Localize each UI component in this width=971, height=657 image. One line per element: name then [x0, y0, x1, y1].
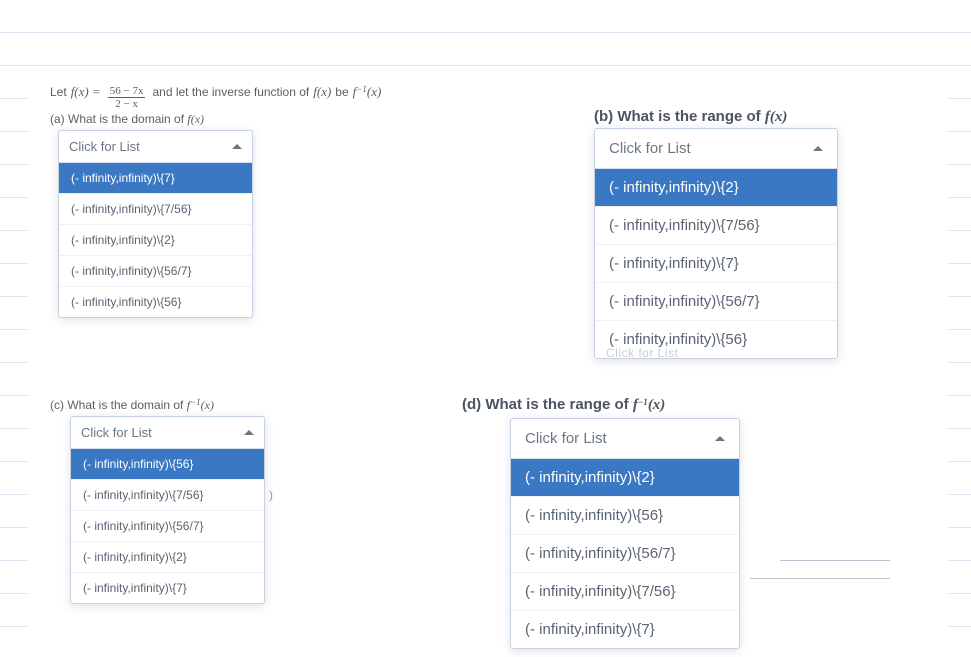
dropdown-option[interactable]: (- infinity,infinity)\{2}	[59, 224, 252, 255]
dropdown-option[interactable]: (- infinity,infinity)\{2}	[511, 459, 739, 496]
qa-fx: f(x)	[187, 112, 204, 126]
dropdown-a-placeholder: Click for List	[69, 139, 140, 154]
qa-text: (a) What is the domain of	[50, 112, 187, 126]
dropdown-b-placeholder: Click for List	[609, 140, 691, 157]
dropdown-option[interactable]: (- infinity,infinity)\{56/7}	[595, 282, 837, 320]
dropdown-option[interactable]: (- infinity,infinity)\{56/7}	[71, 510, 264, 541]
dropdown-b-options: (- infinity,infinity)\{2} (- infinity,in…	[595, 169, 837, 358]
stray-paren: )	[269, 488, 273, 502]
dropdown-option[interactable]: (- infinity,infinity)\{7/56}	[71, 479, 264, 510]
dropdown-option[interactable]: (- infinity,infinity)\{7/56}	[511, 572, 739, 610]
finv-tail: (x)	[367, 84, 381, 99]
dropdown-option[interactable]: (- infinity,infinity)\{7}	[59, 163, 252, 193]
dropdown-option[interactable]: (- infinity,infinity)\{56}	[59, 286, 252, 317]
intro-fx2: f(x)	[313, 84, 331, 100]
caret-up-icon	[244, 430, 254, 435]
dropdown-d-header[interactable]: Click for List	[511, 419, 739, 459]
intro-be: be	[335, 85, 348, 99]
dropdown-d[interactable]: Click for List (- infinity,infinity)\{2}…	[510, 418, 740, 649]
qd-text: (d) What is the range of	[462, 396, 633, 413]
qc-fx: f−1(x)	[187, 398, 214, 412]
finv-exp: −1	[356, 84, 367, 94]
question-b-label: (b) What is the range of f(x)	[594, 108, 787, 126]
dropdown-a[interactable]: Click for List (- infinity,infinity)\{7}…	[58, 130, 253, 318]
caret-up-icon	[813, 146, 823, 151]
question-a-label: (a) What is the domain of f(x)	[50, 112, 204, 127]
question-intro: Let f(x) = 56 − 7x 2 − x and let the inv…	[50, 84, 381, 112]
dropdown-option[interactable]: (- infinity,infinity)\{2}	[71, 541, 264, 572]
dropdown-d-options: (- infinity,infinity)\{2} (- infinity,in…	[511, 459, 739, 648]
frac-numerator: 56 − 7x	[108, 85, 146, 98]
frac-denominator: 2 − x	[113, 98, 140, 110]
intro-let: Let	[50, 85, 67, 99]
intro-mid: and let the inverse function of	[152, 85, 309, 99]
qc-text: (c) What is the domain of	[50, 398, 187, 412]
qd-fx: f−1(x)	[633, 397, 665, 413]
dropdown-a-options: (- infinity,infinity)\{7} (- infinity,in…	[59, 163, 252, 317]
dropdown-option[interactable]: (- infinity,infinity)\{56/7}	[59, 255, 252, 286]
dropdown-option[interactable]: (- infinity,infinity)\{56}	[511, 496, 739, 534]
dropdown-option[interactable]: (- infinity,infinity)\{56}	[71, 449, 264, 479]
ghost-text: Click for List	[606, 346, 678, 360]
dropdown-c-placeholder: Click for List	[81, 425, 152, 440]
intro-finv: f−1(x)	[353, 84, 382, 100]
marker-line	[750, 578, 890, 579]
caret-up-icon	[715, 436, 725, 441]
dropdown-c[interactable]: Click for List (- infinity,infinity)\{56…	[70, 416, 265, 604]
dropdown-option[interactable]: (- infinity,infinity)\{7}	[595, 244, 837, 282]
dropdown-option[interactable]: (- infinity,infinity)\{7/56}	[595, 206, 837, 244]
caret-up-icon	[232, 144, 242, 149]
dropdown-b[interactable]: Click for List (- infinity,infinity)\{2}…	[594, 128, 838, 359]
dropdown-option[interactable]: (- infinity,infinity)\{56/7}	[511, 534, 739, 572]
dropdown-option[interactable]: (- infinity,infinity)\{7/56}	[59, 193, 252, 224]
dropdown-option[interactable]: (- infinity,infinity)\{7}	[511, 610, 739, 648]
dropdown-b-header[interactable]: Click for List	[595, 129, 837, 169]
marker-line	[780, 560, 890, 561]
question-c-label: (c) What is the domain of f−1(x)	[50, 398, 214, 413]
dropdown-a-header[interactable]: Click for List	[59, 131, 252, 163]
question-d-label: (d) What is the range of f−1(x)	[462, 396, 665, 414]
qb-fx: f(x)	[765, 109, 788, 125]
intro-fraction: 56 − 7x 2 − x	[108, 85, 146, 110]
dropdown-option[interactable]: (- infinity,infinity)\{7}	[71, 572, 264, 603]
dropdown-option[interactable]: (- infinity,infinity)\{2}	[595, 169, 837, 206]
dropdown-c-header[interactable]: Click for List	[71, 417, 264, 449]
page: Let f(x) = 56 − 7x 2 − x and let the inv…	[0, 0, 971, 657]
qb-text: (b) What is the range of	[594, 108, 765, 125]
dropdown-d-placeholder: Click for List	[525, 430, 607, 447]
intro-fx: f(x) =	[71, 84, 101, 100]
dropdown-c-options: (- infinity,infinity)\{56} (- infinity,i…	[71, 449, 264, 603]
